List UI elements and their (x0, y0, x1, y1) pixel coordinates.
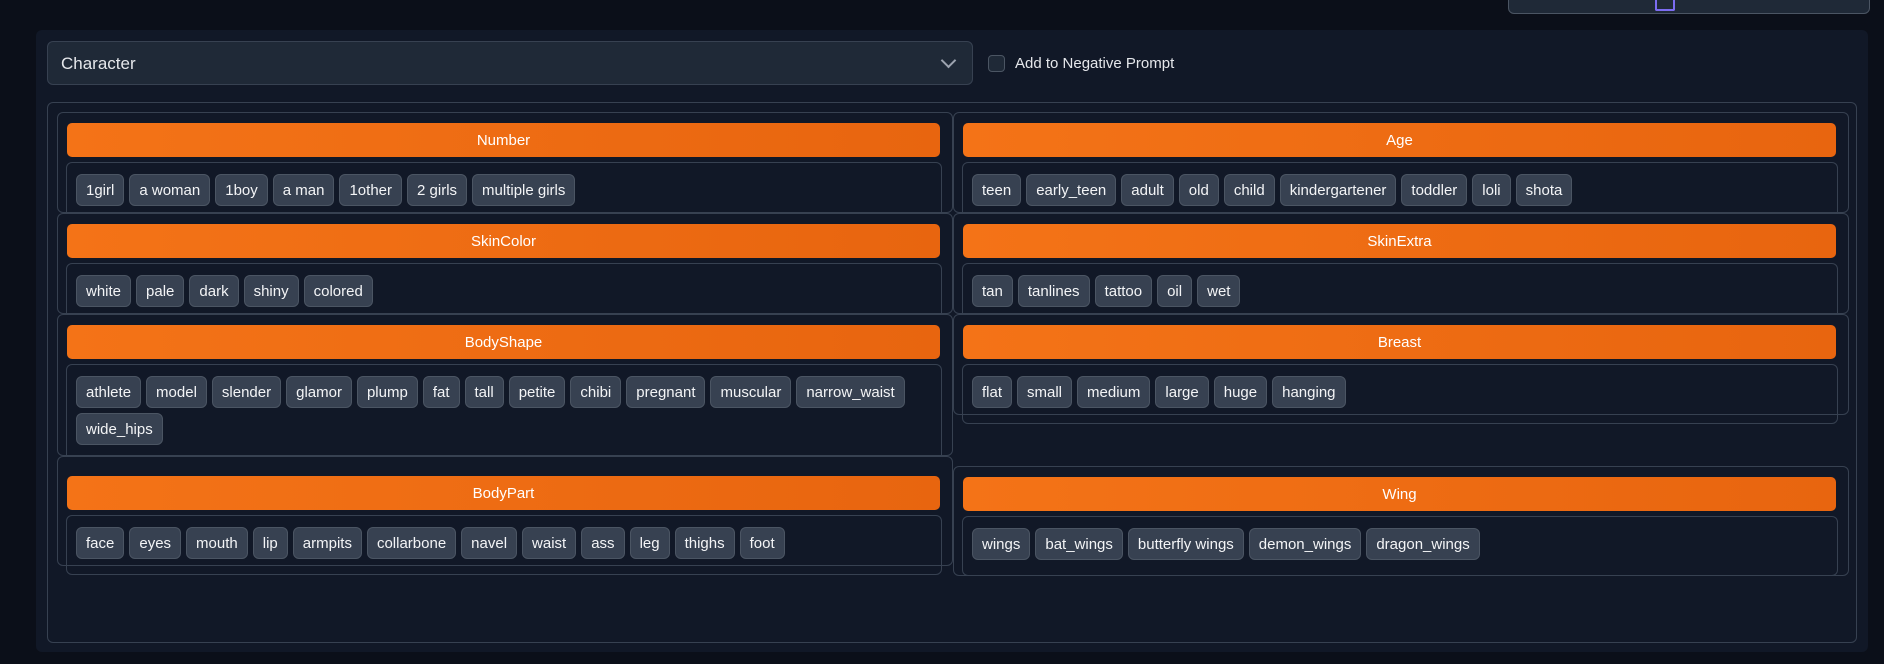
chevron-down-icon (940, 52, 957, 69)
tag-chip[interactable]: hanging (1272, 376, 1346, 408)
tag-chip[interactable]: athlete (76, 376, 142, 408)
tag-chip[interactable]: pregnant (626, 376, 706, 408)
tag-chip[interactable]: early_teen (1026, 174, 1117, 206)
negative-prompt-checkbox[interactable] (988, 54, 1005, 72)
tag-chip[interactable]: armpits (292, 527, 362, 559)
group-header: SkinColor (67, 224, 940, 258)
group-header: SkinExtra (963, 224, 1836, 258)
tag-group-age: Age teen early_teen adult old child kind… (953, 112, 1849, 222)
tag-chip[interactable]: small (1017, 376, 1073, 408)
tag-chip[interactable]: kindergartener (1279, 174, 1397, 206)
tag-selector-panel: Character Add to Negative Prompt Number … (36, 30, 1868, 652)
tag-chip[interactable]: demon_wings (1248, 528, 1362, 560)
group-header: BodyPart (67, 476, 940, 510)
tag-chip[interactable]: mouth (186, 527, 248, 559)
tag-chip[interactable]: lip (252, 527, 288, 559)
tag-group-skincolor: SkinColor white pale dark shiny colored (57, 213, 953, 323)
tag-group-skinextra: SkinExtra tan tanlines tattoo oil wet (953, 213, 1849, 323)
group-header: Age (963, 123, 1836, 157)
tag-chip[interactable]: 1other (339, 174, 403, 206)
tag-chip[interactable]: white (76, 275, 132, 307)
category-dropdown[interactable]: Character (47, 41, 973, 85)
tag-chip[interactable]: multiple girls (472, 174, 576, 206)
tag-chip[interactable]: butterfly wings (1127, 528, 1244, 560)
tag-chip[interactable]: toddler (1401, 174, 1468, 206)
tag-chip[interactable]: collarbone (366, 527, 457, 559)
tag-chip[interactable]: 2 girls (407, 174, 468, 206)
tag-chip[interactable]: tanlines (1017, 275, 1090, 307)
tag-chip[interactable]: narrow_waist (796, 376, 905, 408)
tag-list: athlete model slender glamor plump fat t… (66, 364, 942, 465)
tag-chip[interactable]: ass (581, 527, 625, 559)
tag-chip[interactable]: muscular (710, 376, 792, 408)
tag-chip[interactable]: oil (1157, 275, 1193, 307)
negative-prompt-toggle[interactable]: Add to Negative Prompt (988, 50, 1174, 76)
tag-chip[interactable]: tattoo (1094, 275, 1153, 307)
tag-chip[interactable]: shiny (243, 275, 299, 307)
tag-chip[interactable]: navel (461, 527, 518, 559)
tag-chip[interactable]: large (1155, 376, 1209, 408)
tag-chip[interactable]: 1boy (215, 174, 268, 206)
tag-chip[interactable]: tall (464, 376, 504, 408)
tag-chip[interactable]: flat (972, 376, 1013, 408)
tag-chip[interactable]: slender (211, 376, 282, 408)
group-header: Number (67, 123, 940, 157)
clipboard-icon (1655, 0, 1675, 11)
tag-chip[interactable]: wet (1197, 275, 1241, 307)
tag-chip[interactable]: wide_hips (76, 413, 163, 445)
tag-chip[interactable]: shota (1515, 174, 1573, 206)
tag-chip[interactable]: pale (136, 275, 185, 307)
category-dropdown-value: Character (61, 54, 136, 73)
negative-prompt-label: Add to Negative Prompt (1015, 54, 1175, 72)
tag-list: wings bat_wings butterfly wings demon_wi… (962, 516, 1838, 576)
tag-chip[interactable]: wings (972, 528, 1031, 560)
group-header: BodyShape (67, 325, 940, 359)
top-action-button[interactable] (1508, 0, 1870, 14)
tag-chip[interactable]: huge (1213, 376, 1268, 408)
tag-chip[interactable]: loli (1472, 174, 1511, 206)
tag-chip[interactable]: chibi (570, 376, 622, 408)
tag-group-breast: Breast flat small medium large huge hang… (953, 314, 1849, 424)
tag-group-number: Number 1girl a woman 1boy a man 1other 2… (57, 112, 953, 222)
group-header: Wing (963, 477, 1836, 511)
tag-chip[interactable]: thighs (674, 527, 735, 559)
tag-chip[interactable]: petite (508, 376, 566, 408)
tag-chip[interactable]: glamor (286, 376, 352, 408)
tag-chip[interactable]: plump (356, 376, 418, 408)
tag-chip[interactable]: colored (303, 275, 373, 307)
tag-list: face eyes mouth lip armpits collarbone n… (66, 515, 942, 575)
tag-group-wing: Wing wings bat_wings butterfly wings dem… (953, 466, 1849, 576)
tag-chip[interactable]: bat_wings (1035, 528, 1123, 560)
tag-chip[interactable]: medium (1077, 376, 1151, 408)
tag-chip[interactable]: model (146, 376, 207, 408)
tag-list: flat small medium large huge hanging (962, 364, 1838, 424)
tag-chip[interactable]: a woman (129, 174, 211, 206)
tag-groups-grid: Number 1girl a woman 1boy a man 1other 2… (47, 102, 1857, 643)
tag-chip[interactable]: waist (522, 527, 577, 559)
tag-chip[interactable]: eyes (129, 527, 182, 559)
group-header: Breast (963, 325, 1836, 359)
tag-group-bodyshape: BodyShape athlete model slender glamor p… (57, 314, 953, 465)
tag-chip[interactable]: dark (189, 275, 239, 307)
tag-group-bodypart: BodyPart face eyes mouth lip armpits col… (57, 456, 953, 575)
tag-chip[interactable]: teen (972, 174, 1022, 206)
tag-chip[interactable]: old (1178, 174, 1219, 206)
tag-chip[interactable]: fat (422, 376, 460, 408)
tag-chip[interactable]: foot (739, 527, 785, 559)
tag-chip[interactable]: adult (1121, 174, 1174, 206)
tag-chip[interactable]: child (1223, 174, 1275, 206)
tag-chip[interactable]: face (76, 527, 125, 559)
tag-chip[interactable]: 1girl (76, 174, 125, 206)
tag-chip[interactable]: tan (972, 275, 1013, 307)
tag-chip[interactable]: leg (629, 527, 670, 559)
tag-chip[interactable]: dragon_wings (1366, 528, 1480, 560)
tag-chip[interactable]: a man (272, 174, 335, 206)
